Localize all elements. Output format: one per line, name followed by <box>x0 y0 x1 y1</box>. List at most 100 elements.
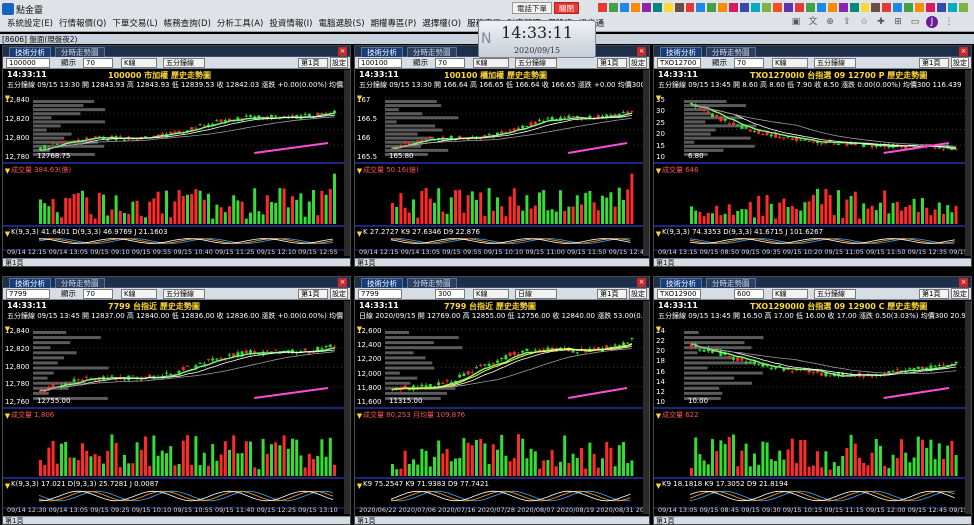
candle-body <box>316 346 320 351</box>
favorite-site-icon[interactable] <box>849 3 859 12</box>
volume-bar <box>169 217 173 224</box>
volume-bar <box>837 466 840 476</box>
favorite-site-icon[interactable] <box>838 3 848 12</box>
volume-bar <box>778 450 782 476</box>
favorite-site-icon[interactable] <box>794 3 804 12</box>
favorite-site-icon[interactable] <box>707 3 717 12</box>
price-axis-label: 165.5 <box>357 153 378 161</box>
favorite-site-icon[interactable] <box>652 3 662 12</box>
pane-toggle-icon[interactable]: ▼ <box>355 325 364 334</box>
pane-toggle-icon[interactable]: ▼ <box>654 482 663 491</box>
pane-toggle-icon[interactable]: ▼ <box>654 230 663 239</box>
favorite-site-icon[interactable] <box>816 3 826 12</box>
favorite-site-icon[interactable] <box>619 3 629 12</box>
pane-toggle-icon[interactable]: ▼ <box>355 167 364 176</box>
pane-toggle-icon[interactable]: ▼ <box>3 167 12 176</box>
favorite-site-icon[interactable] <box>641 3 651 12</box>
candle-body <box>428 136 432 138</box>
favorite-site-icon[interactable] <box>904 3 914 12</box>
volume-bar <box>820 467 824 476</box>
menu-item-analysis[interactable]: 分析工具(A) <box>214 16 266 30</box>
volume-bar <box>399 468 403 476</box>
volume-bar <box>559 190 562 224</box>
favorite-site-icon[interactable] <box>598 3 607 12</box>
menu-item-quotes[interactable]: 行情報價(Q) <box>56 16 109 30</box>
vertical-scrollbar[interactable] <box>643 70 649 256</box>
favorite-site-icon[interactable] <box>827 3 837 12</box>
menu-item-news[interactable]: 投資情報(I) <box>266 16 315 30</box>
window-icon[interactable]: ▭ <box>909 16 921 28</box>
volume-bar <box>261 214 265 224</box>
menu-item-account[interactable]: 帳務查詢(D) <box>161 16 214 30</box>
tab-icon[interactable]: ▣ <box>790 16 802 28</box>
vertical-scrollbar[interactable] <box>643 301 649 514</box>
extension-icon[interactable]: ✚ <box>875 16 887 28</box>
puzzle-icon[interactable]: ⊞ <box>892 16 904 28</box>
phone-order-button[interactable]: 電話下單 <box>512 2 552 14</box>
favorite-site-icon[interactable] <box>674 3 684 12</box>
menu-item-option-chain[interactable]: 選擇權(O) <box>419 16 464 30</box>
favorite-site-icon[interactable] <box>871 3 881 12</box>
volume-bar <box>828 469 832 476</box>
favorite-site-icon[interactable] <box>740 3 750 12</box>
favorite-site-icon[interactable] <box>729 3 739 12</box>
vertical-scrollbar[interactable] <box>965 301 971 514</box>
volume-bar <box>391 202 394 224</box>
favorite-site-icon[interactable] <box>762 3 771 12</box>
volume-bar <box>908 205 912 224</box>
menu-kebab-icon[interactable]: ⋮ <box>943 16 955 28</box>
favorite-site-icon[interactable] <box>805 3 815 12</box>
favorite-site-icon[interactable] <box>958 3 968 12</box>
favorite-site-icon[interactable] <box>860 3 870 12</box>
favorite-site-icon[interactable] <box>948 3 957 12</box>
pane-toggle-icon[interactable]: ▼ <box>3 230 12 239</box>
candle-body <box>937 147 941 149</box>
favorite-site-icon[interactable] <box>937 3 946 12</box>
zoom-icon[interactable]: ⊕ <box>824 16 836 28</box>
favorite-site-icon[interactable] <box>685 3 695 12</box>
pane-toggle-icon[interactable]: ▼ <box>654 94 663 103</box>
menu-item-screener[interactable]: 電腦選股(S) <box>316 16 368 30</box>
vertical-scrollbar[interactable] <box>344 301 350 514</box>
pane-toggle-icon[interactable]: ▼ <box>3 325 12 334</box>
menu-item-order[interactable]: 下單交易(L) <box>109 16 160 30</box>
favorite-site-icon[interactable] <box>882 3 892 12</box>
favorite-site-icon[interactable] <box>751 3 761 12</box>
volume-bar <box>47 206 51 224</box>
close-window-button[interactable]: 關閉 <box>554 2 579 14</box>
pane-toggle-icon[interactable]: ▼ <box>654 412 663 421</box>
favorite-site-icon[interactable] <box>608 3 618 12</box>
favorite-site-icon[interactable] <box>783 3 793 12</box>
favorite-site-icon[interactable] <box>926 3 936 12</box>
volume-bar <box>887 468 891 476</box>
pane-toggle-icon[interactable]: ▼ <box>355 482 364 491</box>
pane-toggle-icon[interactable]: ▼ <box>654 167 663 176</box>
pane-toggle-icon[interactable]: ▼ <box>355 94 364 103</box>
translate-icon[interactable]: 文 <box>807 16 819 28</box>
star-icon[interactable]: ☆ <box>858 16 870 28</box>
menu-item-options[interactable]: 期權專區(P) <box>368 16 420 30</box>
pane-toggle-icon[interactable]: ▼ <box>355 230 364 239</box>
time-axis: 09/14 12:30 09/14 13:05 09/15 09:25 09/1… <box>7 506 338 514</box>
pane-toggle-icon[interactable]: ▼ <box>3 412 12 421</box>
volume-bar <box>68 457 72 476</box>
panel-status-bar: 第1頁 <box>355 258 649 266</box>
favorite-site-icon[interactable] <box>630 3 640 12</box>
pane-toggle-icon[interactable]: ▼ <box>3 482 12 491</box>
price-axis-label: 22 <box>656 337 665 346</box>
pane-toggle-icon[interactable]: ▼ <box>3 94 12 103</box>
menu-item-system[interactable]: 系統設定(E) <box>4 16 56 30</box>
favorite-site-icon[interactable] <box>773 3 782 12</box>
favorite-site-icon[interactable] <box>696 3 706 12</box>
favorite-site-icon[interactable] <box>893 3 903 12</box>
pane-toggle-icon[interactable]: ▼ <box>355 412 364 421</box>
avatar[interactable]: J <box>926 16 938 28</box>
favorite-site-icon[interactable] <box>915 3 925 12</box>
vertical-scrollbar[interactable] <box>344 70 350 256</box>
volume-bar <box>862 462 866 476</box>
favorite-site-icon[interactable] <box>718 3 728 12</box>
share-icon[interactable]: ⇪ <box>841 16 853 28</box>
pane-toggle-icon[interactable]: ▼ <box>654 325 663 334</box>
vertical-scrollbar[interactable] <box>965 70 971 256</box>
favorite-site-icon[interactable] <box>663 3 673 12</box>
